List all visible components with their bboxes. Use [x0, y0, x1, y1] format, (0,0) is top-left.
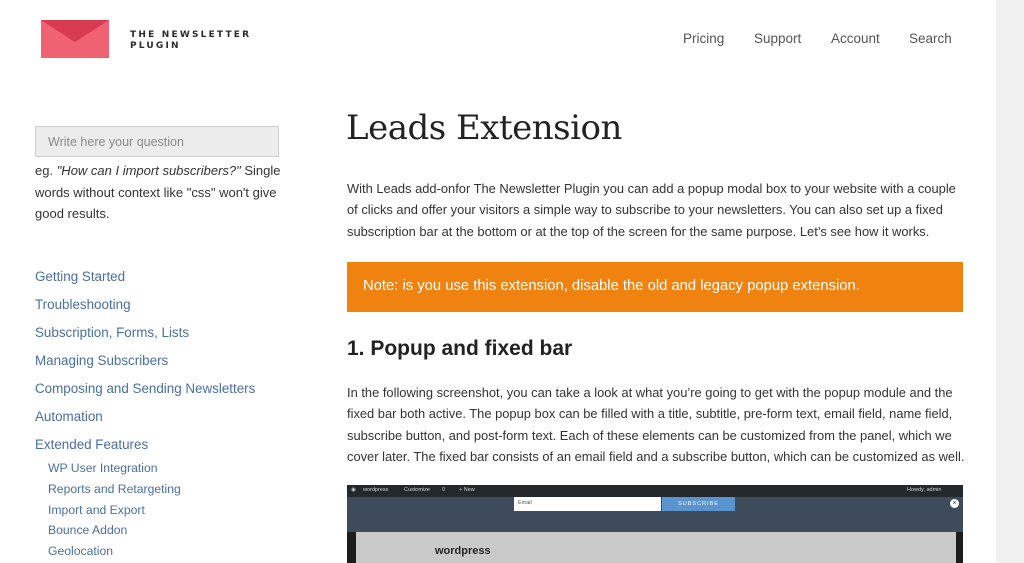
page-title: Leads Extension — [346, 108, 622, 148]
admin-bar-customize: Customize — [404, 487, 430, 493]
popup-example-screenshot: ◉ wordpress Customize 0 + New Howdy, adm… — [347, 485, 963, 563]
nav-pricing[interactable]: Pricing — [683, 31, 724, 46]
admin-bar-site: wordpress — [363, 487, 389, 493]
wp-admin-bar — [347, 485, 963, 497]
nav-support[interactable]: Support — [754, 31, 801, 46]
sidebar-item-composing-sending[interactable]: Composing and Sending Newsletters — [35, 381, 255, 396]
question-search-input[interactable] — [35, 126, 279, 157]
sidebar-item-managing-subscribers[interactable]: Managing Subscribers — [35, 353, 168, 368]
section-paragraph: In the following screenshot, you can tak… — [347, 385, 965, 464]
sidebar-item-getting-started[interactable]: Getting Started — [35, 269, 125, 284]
bar-subscribe-button: SUBSCRIBE — [662, 497, 735, 511]
sidebar-item-subscription-forms-lists[interactable]: Subscription, Forms, Lists — [35, 325, 189, 340]
sidebar-subitem-geolocation[interactable]: Geolocation — [48, 544, 113, 558]
brand-line-1: THE NEWSLETTER — [130, 30, 252, 40]
admin-bar-comments: 0 — [442, 487, 446, 493]
admin-bar-new: + New — [459, 487, 475, 493]
wordpress-icon: ◉ — [351, 487, 356, 493]
intro-paragraph: With Leads add-onfor The Newsletter Plug… — [347, 181, 956, 239]
nav-account[interactable]: Account — [831, 31, 880, 46]
page-scrollbar[interactable] — [996, 0, 1024, 563]
newsletter-logo-icon[interactable] — [41, 20, 109, 58]
hint-prefix: eg. — [35, 163, 57, 178]
sidebar-item-automation[interactable]: Automation — [35, 409, 103, 424]
close-icon: × — [950, 499, 959, 508]
search-hint: eg. "How can I import subscribers?" Sing… — [35, 160, 285, 225]
page: THE NEWSLETTER PLUGIN Pricing Support Ac… — [0, 0, 996, 563]
sidebar-item-extended-features[interactable]: Extended Features — [35, 437, 148, 452]
bar-email-field: Email — [514, 497, 661, 511]
popup-modal-title: wordpress — [435, 545, 491, 557]
sidebar-subitem-wp-user-integration[interactable]: WP User Integration — [48, 461, 158, 475]
sidebar-subitem-reports-retargeting[interactable]: Reports and Retargeting — [48, 482, 181, 496]
admin-bar-user: Howdy, admin — [907, 487, 942, 493]
sidebar-item-troubleshooting[interactable]: Troubleshooting — [35, 297, 131, 312]
sidebar-subitem-bounce-addon[interactable]: Bounce Addon — [48, 523, 127, 537]
hint-example: "How can I import subscribers?" — [56, 163, 241, 178]
brand-name[interactable]: THE NEWSLETTER PLUGIN — [130, 30, 251, 51]
legacy-popup-note: Note: is you use this extension, disable… — [347, 262, 963, 312]
sidebar-subitem-import-export[interactable]: Import and Export — [48, 503, 145, 517]
nav-search[interactable]: Search — [909, 31, 952, 46]
brand-line-2: PLUGIN — [130, 40, 181, 51]
section-heading: 1. Popup and fixed bar — [347, 337, 573, 360]
